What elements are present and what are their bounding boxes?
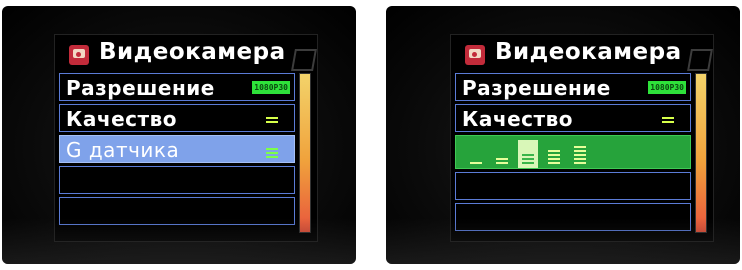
settings-menu: Разрешение 1080P30 Качество G датчика [59, 73, 295, 228]
menu-item-empty[interactable] [59, 166, 295, 194]
menu-item-label: Разрешение [462, 76, 611, 100]
level-bars-icon [574, 144, 586, 164]
lcd-screen: Видеокамера Разрешение 1080P30 Качество … [54, 34, 318, 242]
g-sensor-level-option[interactable] [518, 140, 538, 168]
menu-item-quality[interactable]: Качество [455, 104, 691, 132]
g-sensor-options-row [455, 135, 691, 169]
quality-level-icon [662, 117, 674, 127]
resolution-badge: 1080P30 [252, 81, 290, 94]
camera-photo-right: Видеокамера Разрешение 1080P30 Качество [386, 6, 740, 264]
level-bars-icon [470, 160, 482, 164]
video-camera-icon [69, 45, 89, 65]
level-bars-icon [522, 152, 534, 164]
scrollbar[interactable] [695, 73, 707, 233]
menu-item-resolution[interactable]: Разрешение 1080P30 [455, 73, 691, 101]
menu-item-label: Качество [462, 107, 573, 131]
title-bar: Видеокамера [55, 37, 317, 71]
screen-title: Видеокамера [495, 39, 682, 65]
scrollbar[interactable] [299, 73, 311, 233]
quality-level-icon [266, 117, 278, 127]
menu-item-label: G датчика [66, 138, 180, 162]
corner-icon [687, 49, 713, 71]
camera-bezel [386, 218, 740, 264]
camera-photo-left: Видеокамера Разрешение 1080P30 Качество … [2, 6, 356, 264]
menu-item-label: Разрешение [66, 76, 215, 100]
g-sensor-level-icon [266, 148, 278, 158]
corner-icon [291, 49, 317, 71]
screen-title: Видеокамера [99, 39, 286, 65]
g-sensor-level-option[interactable] [466, 140, 486, 168]
menu-item-resolution[interactable]: Разрешение 1080P30 [59, 73, 295, 101]
camera-bezel [2, 218, 356, 264]
lcd-screen: Видеокамера Разрешение 1080P30 Качество [450, 34, 714, 242]
menu-item-empty[interactable] [455, 172, 691, 200]
title-bar: Видеокамера [451, 37, 713, 71]
menu-item-label: Качество [66, 107, 177, 131]
video-camera-icon [465, 45, 485, 65]
level-bars-icon [496, 156, 508, 164]
menu-item-quality[interactable]: Качество [59, 104, 295, 132]
level-bars-icon [548, 148, 560, 164]
settings-menu: Разрешение 1080P30 Качество [455, 73, 691, 234]
g-sensor-level-option[interactable] [492, 140, 512, 168]
menu-item-g-sensor[interactable]: G датчика [59, 135, 295, 163]
resolution-badge: 1080P30 [648, 81, 686, 94]
g-sensor-level-option[interactable] [544, 140, 564, 168]
g-sensor-level-option[interactable] [570, 140, 590, 168]
